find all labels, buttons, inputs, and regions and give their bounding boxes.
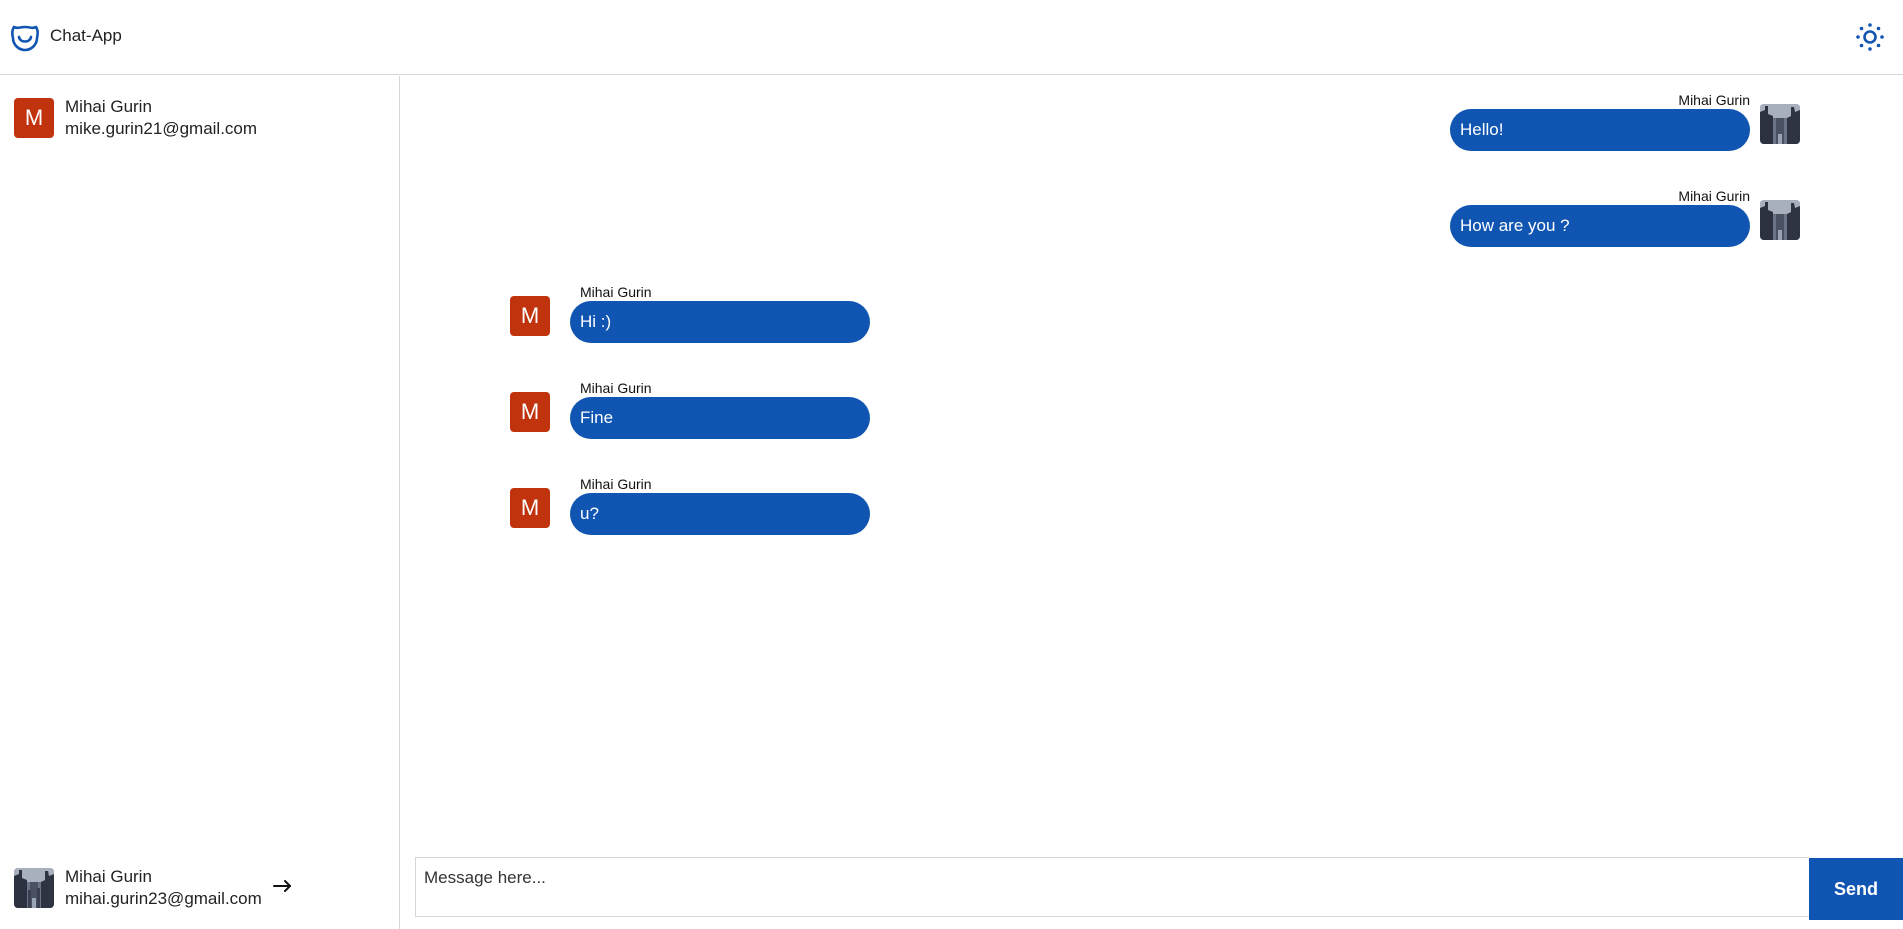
- message-avatar: [1760, 200, 1800, 240]
- contact-name: Mihai Gurin: [65, 97, 152, 116]
- smile-logo-icon: [11, 25, 39, 52]
- arrow-right-icon[interactable]: [272, 876, 294, 896]
- message-avatar: M: [510, 488, 550, 528]
- city-photo-icon: [14, 868, 54, 908]
- current-user: Mihai Gurin mihai.gurin23@gmail.com: [14, 867, 384, 909]
- sun-icon[interactable]: [1854, 21, 1886, 53]
- city-photo-icon: [1760, 200, 1800, 240]
- message-bubble: Fine: [570, 397, 870, 439]
- message-bubble: u?: [570, 493, 870, 535]
- app-title: Chat-App: [50, 26, 122, 45]
- chat-panel: Mihai Gurin Hello! Mihai Gurin How are y…: [401, 76, 1903, 929]
- contact-item[interactable]: M Mihai Gurin mike.gurin21@gmail.com: [14, 97, 384, 139]
- message-avatar: [1760, 104, 1800, 144]
- message-item: M Mihai Gurin Fine: [510, 380, 880, 440]
- message-bubble: How are you ?: [1450, 205, 1750, 247]
- message-author: Mihai Gurin: [1678, 188, 1750, 204]
- send-button[interactable]: Send: [1809, 858, 1903, 920]
- message-item: M Mihai Gurin Hi :): [510, 284, 880, 344]
- message-input[interactable]: [415, 857, 1809, 917]
- app-header: Chat-App: [0, 0, 1903, 75]
- current-user-avatar: [14, 868, 54, 908]
- message-author: Mihai Gurin: [1678, 92, 1750, 108]
- message-bubble: Hi :): [570, 301, 870, 343]
- message-author: Mihai Gurin: [580, 380, 652, 396]
- message-author: Mihai Gurin: [580, 284, 652, 300]
- message-composer: Send: [415, 857, 1903, 920]
- sidebar: M Mihai Gurin mike.gurin21@gmail.com Mih…: [0, 76, 400, 929]
- message-author: Mihai Gurin: [580, 476, 652, 492]
- current-user-email: mihai.gurin23@gmail.com: [65, 889, 262, 908]
- city-photo-icon: [1760, 104, 1800, 144]
- contact-avatar: M: [14, 98, 54, 138]
- message-bubble: Hello!: [1450, 109, 1750, 151]
- message-item: M Mihai Gurin u?: [510, 476, 880, 536]
- current-user-name: Mihai Gurin: [65, 867, 152, 886]
- message-item: Mihai Gurin How are you ?: [1450, 188, 1810, 248]
- message-avatar: M: [510, 392, 550, 432]
- contact-email: mike.gurin21@gmail.com: [65, 119, 258, 138]
- message-avatar: M: [510, 296, 550, 336]
- message-item: Mihai Gurin Hello!: [1450, 92, 1810, 152]
